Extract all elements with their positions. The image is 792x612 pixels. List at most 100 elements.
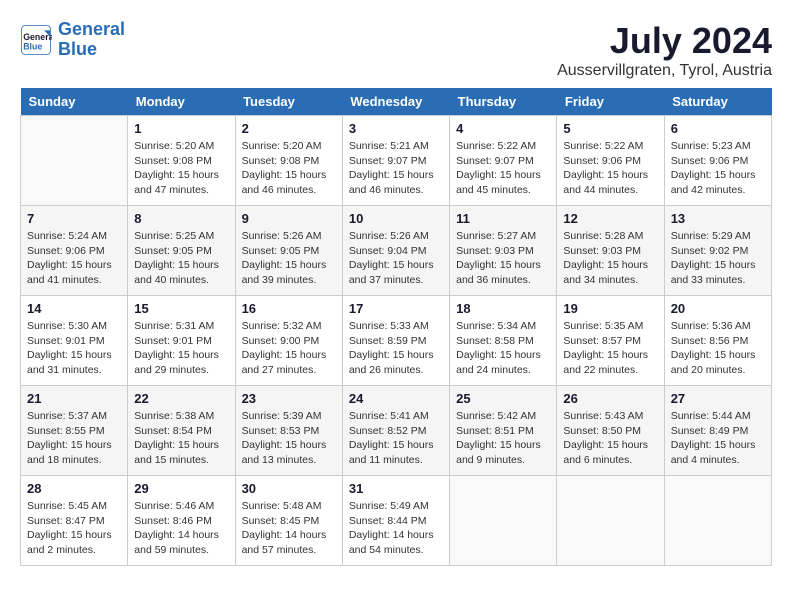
calendar-cell: 10 Sunrise: 5:26 AM Sunset: 9:04 PM Dayli… [342, 206, 449, 296]
day-number: 5 [563, 121, 657, 136]
day-info: Sunrise: 5:28 AM Sunset: 9:03 PM Dayligh… [563, 229, 657, 288]
day-info: Sunrise: 5:48 AM Sunset: 8:45 PM Dayligh… [242, 499, 336, 558]
day-info: Sunrise: 5:22 AM Sunset: 9:06 PM Dayligh… [563, 139, 657, 198]
logo: General Blue GeneralBlue [20, 20, 125, 60]
day-number: 12 [563, 211, 657, 226]
calendar-cell: 13 Sunrise: 5:29 AM Sunset: 9:02 PM Dayli… [664, 206, 771, 296]
location: Ausservillgraten, Tyrol, Austria [557, 62, 772, 80]
day-info: Sunrise: 5:26 AM Sunset: 9:04 PM Dayligh… [349, 229, 443, 288]
calendar-cell: 4Sunrise: 5:22 AM Sunset: 9:07 PM Daylig… [450, 116, 557, 206]
calendar-cell: 26 Sunrise: 5:43 AM Sunset: 8:50 PM Dayli… [557, 386, 664, 476]
day-info: Sunrise: 5:42 AM Sunset: 8:51 PM Dayligh… [456, 409, 550, 468]
weekday-header: Friday [557, 88, 664, 116]
day-info: Sunrise: 5:38 AM Sunset: 8:54 PM Dayligh… [134, 409, 228, 468]
day-info: Sunrise: 5:24 AM Sunset: 9:06 PM Dayligh… [27, 229, 121, 288]
day-number: 6 [671, 121, 765, 136]
calendar-cell: 14 Sunrise: 5:30 AM Sunset: 9:01 PM Dayli… [21, 296, 128, 386]
calendar-cell: 20Sunrise: 5:36 AM Sunset: 8:56 PM Dayli… [664, 296, 771, 386]
day-info: Sunrise: 5:34 AM Sunset: 8:58 PM Dayligh… [456, 319, 550, 378]
weekday-header: Sunday [21, 88, 128, 116]
title-block: July 2024 Ausservillgraten, Tyrol, Austr… [557, 20, 772, 80]
weekday-header: Monday [128, 88, 235, 116]
day-info: Sunrise: 5:32 AM Sunset: 9:00 PM Dayligh… [242, 319, 336, 378]
weekday-row: SundayMondayTuesdayWednesdayThursdayFrid… [21, 88, 772, 116]
calendar-cell: 18 Sunrise: 5:34 AM Sunset: 8:58 PM Dayli… [450, 296, 557, 386]
day-info: Sunrise: 5:22 AM Sunset: 9:07 PM Dayligh… [456, 139, 550, 198]
calendar-cell: 28 Sunrise: 5:45 AM Sunset: 8:47 PM Dayli… [21, 476, 128, 566]
day-info: Sunrise: 5:25 AM Sunset: 9:05 PM Dayligh… [134, 229, 228, 288]
day-info: Sunrise: 5:29 AM Sunset: 9:02 PM Dayligh… [671, 229, 765, 288]
day-number: 21 [27, 391, 121, 406]
calendar-cell: 6Sunrise: 5:23 AM Sunset: 9:06 PM Daylig… [664, 116, 771, 206]
day-number: 19 [563, 301, 657, 316]
calendar-header: SundayMondayTuesdayWednesdayThursdayFrid… [21, 88, 772, 116]
day-info: Sunrise: 5:46 AM Sunset: 8:46 PM Dayligh… [134, 499, 228, 558]
day-info: Sunrise: 5:39 AM Sunset: 8:53 PM Dayligh… [242, 409, 336, 468]
logo-icon: General Blue [20, 24, 52, 56]
day-number: 10 [349, 211, 443, 226]
day-info: Sunrise: 5:33 AM Sunset: 8:59 PM Dayligh… [349, 319, 443, 378]
calendar-cell: 16 Sunrise: 5:32 AM Sunset: 9:00 PM Dayli… [235, 296, 342, 386]
day-number: 9 [242, 211, 336, 226]
calendar-cell: 3 Sunrise: 5:21 AM Sunset: 9:07 PM Daylig… [342, 116, 449, 206]
day-info: Sunrise: 5:45 AM Sunset: 8:47 PM Dayligh… [27, 499, 121, 558]
day-number: 16 [242, 301, 336, 316]
calendar-cell: 21 Sunrise: 5:37 AM Sunset: 8:55 PM Dayli… [21, 386, 128, 476]
weekday-header: Wednesday [342, 88, 449, 116]
calendar-cell: 29Sunrise: 5:46 AM Sunset: 8:46 PM Dayli… [128, 476, 235, 566]
calendar-cell: 27Sunrise: 5:44 AM Sunset: 8:49 PM Dayli… [664, 386, 771, 476]
day-number: 13 [671, 211, 765, 226]
day-number: 11 [456, 211, 550, 226]
calendar-cell: 5 Sunrise: 5:22 AM Sunset: 9:06 PM Daylig… [557, 116, 664, 206]
calendar-cell: 19 Sunrise: 5:35 AM Sunset: 8:57 PM Dayli… [557, 296, 664, 386]
month-title: July 2024 [557, 20, 772, 62]
day-number: 26 [563, 391, 657, 406]
day-info: Sunrise: 5:20 AM Sunset: 9:08 PM Dayligh… [242, 139, 336, 198]
day-number: 22 [134, 391, 228, 406]
day-number: 14 [27, 301, 121, 316]
day-number: 2 [242, 121, 336, 136]
calendar-cell: 31Sunrise: 5:49 AM Sunset: 8:44 PM Dayli… [342, 476, 449, 566]
calendar-cell: 8 Sunrise: 5:25 AM Sunset: 9:05 PM Daylig… [128, 206, 235, 296]
day-number: 20 [671, 301, 765, 316]
calendar-week-row: 21 Sunrise: 5:37 AM Sunset: 8:55 PM Dayli… [21, 386, 772, 476]
calendar-cell: 23Sunrise: 5:39 AM Sunset: 8:53 PM Dayli… [235, 386, 342, 476]
day-info: Sunrise: 5:37 AM Sunset: 8:55 PM Dayligh… [27, 409, 121, 468]
day-info: Sunrise: 5:35 AM Sunset: 8:57 PM Dayligh… [563, 319, 657, 378]
calendar-cell: 2 Sunrise: 5:20 AM Sunset: 9:08 PM Daylig… [235, 116, 342, 206]
weekday-header: Thursday [450, 88, 557, 116]
calendar-cell [557, 476, 664, 566]
calendar-cell: 9 Sunrise: 5:26 AM Sunset: 9:05 PM Daylig… [235, 206, 342, 296]
logo-text: GeneralBlue [58, 20, 125, 60]
day-info: Sunrise: 5:31 AM Sunset: 9:01 PM Dayligh… [134, 319, 228, 378]
day-number: 18 [456, 301, 550, 316]
weekday-header: Tuesday [235, 88, 342, 116]
day-number: 17 [349, 301, 443, 316]
calendar-cell [664, 476, 771, 566]
calendar-cell: 17 Sunrise: 5:33 AM Sunset: 8:59 PM Dayli… [342, 296, 449, 386]
day-info: Sunrise: 5:27 AM Sunset: 9:03 PM Dayligh… [456, 229, 550, 288]
day-info: Sunrise: 5:30 AM Sunset: 9:01 PM Dayligh… [27, 319, 121, 378]
calendar-cell: 1Sunrise: 5:20 AM Sunset: 9:08 PM Daylig… [128, 116, 235, 206]
day-info: Sunrise: 5:49 AM Sunset: 8:44 PM Dayligh… [349, 499, 443, 558]
svg-text:Blue: Blue [23, 41, 42, 51]
calendar-cell: 24Sunrise: 5:41 AM Sunset: 8:52 PM Dayli… [342, 386, 449, 476]
day-info: Sunrise: 5:41 AM Sunset: 8:52 PM Dayligh… [349, 409, 443, 468]
day-number: 3 [349, 121, 443, 136]
day-info: Sunrise: 5:21 AM Sunset: 9:07 PM Dayligh… [349, 139, 443, 198]
day-number: 30 [242, 481, 336, 496]
day-number: 28 [27, 481, 121, 496]
calendar-cell: 12 Sunrise: 5:28 AM Sunset: 9:03 PM Dayli… [557, 206, 664, 296]
day-info: Sunrise: 5:26 AM Sunset: 9:05 PM Dayligh… [242, 229, 336, 288]
calendar-cell: 15 Sunrise: 5:31 AM Sunset: 9:01 PM Dayli… [128, 296, 235, 386]
page-header: General Blue GeneralBlue July 2024 Ausse… [20, 20, 772, 80]
calendar-week-row: 14 Sunrise: 5:30 AM Sunset: 9:01 PM Dayli… [21, 296, 772, 386]
day-number: 8 [134, 211, 228, 226]
day-number: 15 [134, 301, 228, 316]
weekday-header: Saturday [664, 88, 771, 116]
calendar-table: SundayMondayTuesdayWednesdayThursdayFrid… [20, 88, 772, 566]
day-info: Sunrise: 5:43 AM Sunset: 8:50 PM Dayligh… [563, 409, 657, 468]
calendar-cell: 7Sunrise: 5:24 AM Sunset: 9:06 PM Daylig… [21, 206, 128, 296]
calendar-week-row: 1Sunrise: 5:20 AM Sunset: 9:08 PM Daylig… [21, 116, 772, 206]
day-info: Sunrise: 5:44 AM Sunset: 8:49 PM Dayligh… [671, 409, 765, 468]
